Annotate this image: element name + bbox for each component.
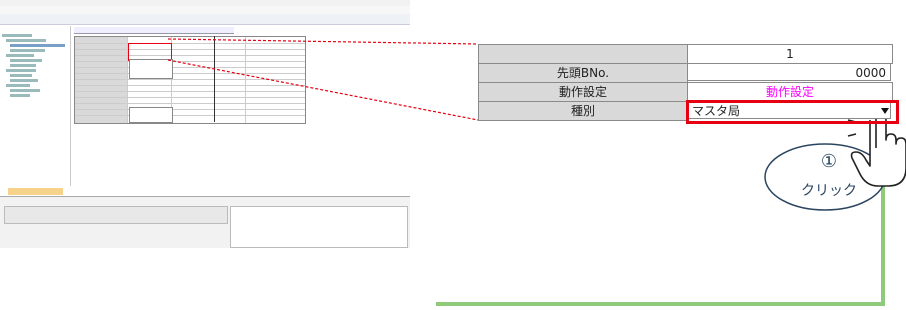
zoom-line-top <box>167 38 479 45</box>
row-label-start-no: 先頭BNo. <box>478 63 688 83</box>
zoom-line-bottom <box>167 59 479 121</box>
start-no-field[interactable]: 0000 <box>687 63 891 81</box>
row-label-operation: 動作設定 <box>478 82 688 102</box>
highlight-box <box>686 100 899 124</box>
row-label-type: 種別 <box>478 101 688 121</box>
step-number: ① <box>820 151 838 172</box>
dropdown-arrow-icon[interactable] <box>881 108 889 114</box>
operation-setting-link[interactable]: 動作設定 <box>687 82 893 102</box>
click-instruction: クリック <box>801 183 857 199</box>
column-header: 1 <box>687 44 893 64</box>
